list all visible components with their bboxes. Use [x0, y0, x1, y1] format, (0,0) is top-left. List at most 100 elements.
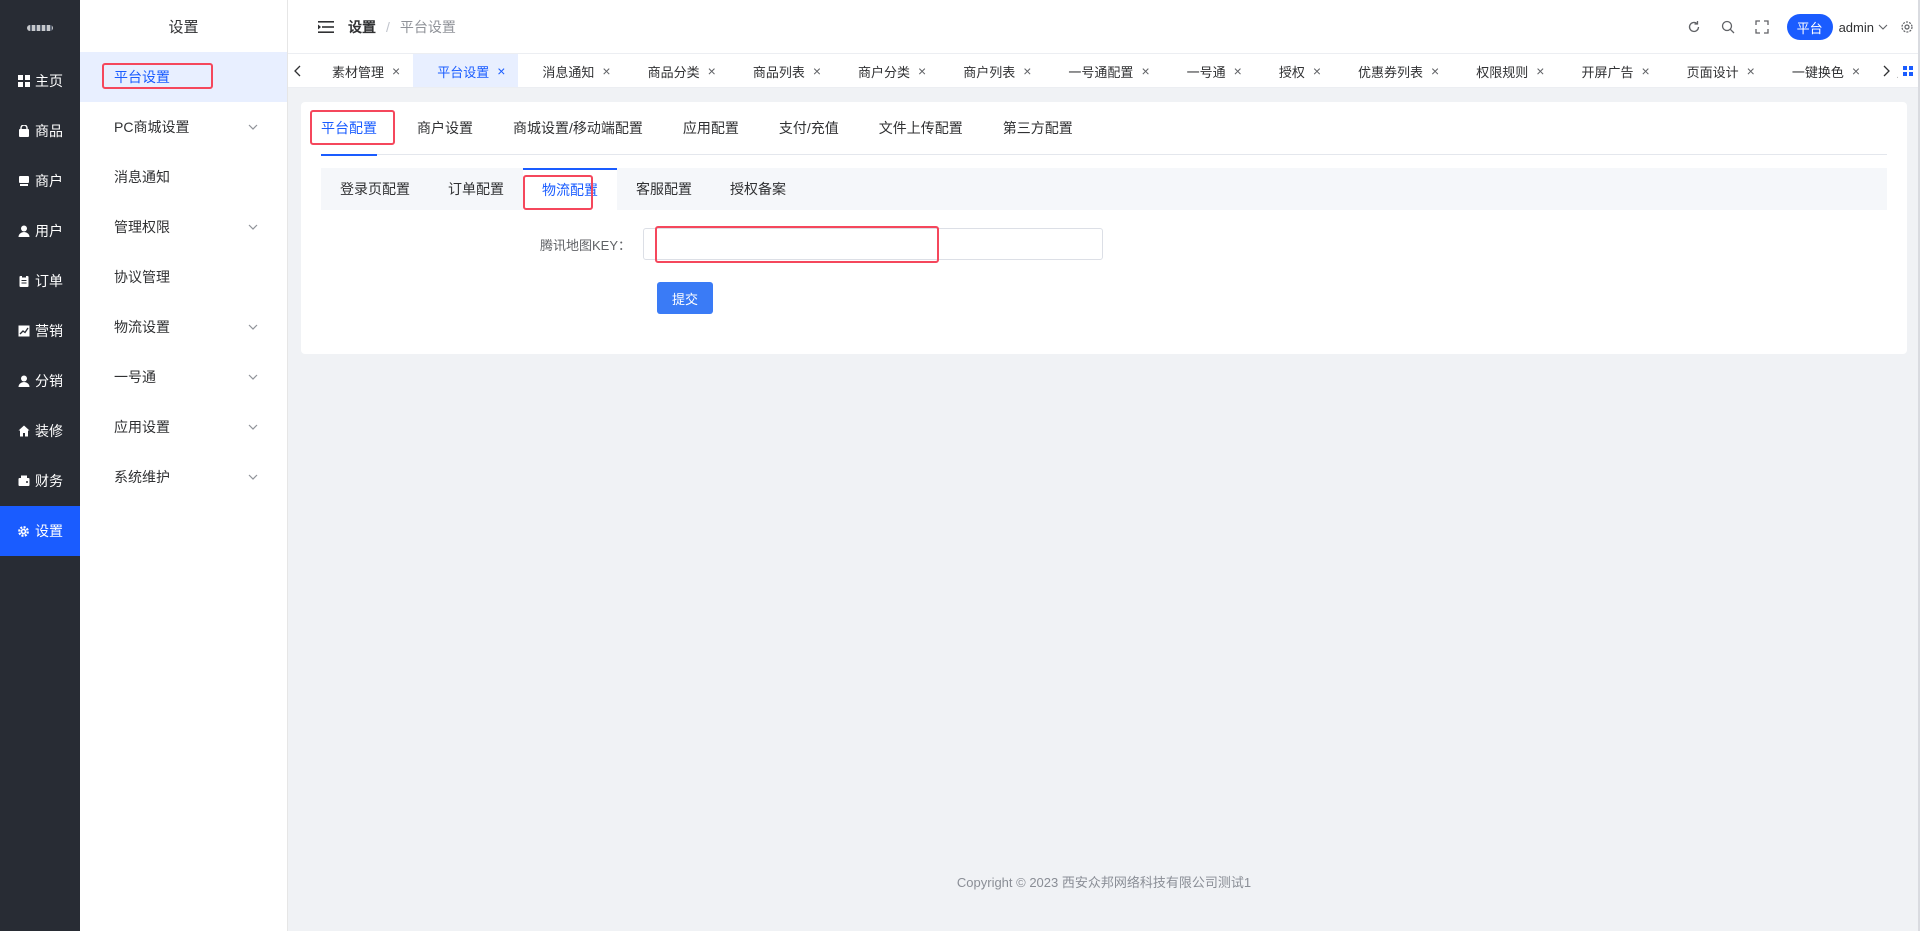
subtab-customer-service[interactable]: 客服配置 — [617, 168, 711, 210]
close-icon[interactable]: × — [1536, 63, 1544, 79]
submenu-item-label: 协议管理 — [114, 269, 170, 285]
submenu-item-label: 消息通知 — [114, 169, 170, 185]
footer-copyright: Copyright © 2023 西安众邦网络科技有限公司测试1 — [956, 875, 1252, 890]
chart-icon — [17, 325, 30, 338]
rail-item-settings[interactable]: 设置 — [0, 506, 80, 556]
close-icon[interactable]: × — [1747, 63, 1755, 79]
tab-file-upload-config[interactable]: 文件上传配置 — [859, 102, 983, 155]
submenu-item-logistics[interactable]: 物流设置 — [80, 302, 287, 352]
subtab-license-filing[interactable]: 授权备案 — [711, 168, 805, 210]
rail-item-finance[interactable]: 财务 — [0, 456, 80, 506]
rail-item-decoration[interactable]: 装修 — [0, 406, 80, 456]
close-icon[interactable]: × — [392, 63, 400, 79]
menu-toggle-icon[interactable] — [318, 20, 334, 34]
breadcrumb-current[interactable]: 设置 — [348, 17, 376, 37]
refresh-icon[interactable] — [1677, 0, 1711, 54]
close-icon[interactable]: × — [1431, 63, 1439, 79]
tab-third-party-config[interactable]: 第三方配置 — [983, 102, 1093, 155]
rail-item-merchants[interactable]: 商户 — [0, 156, 80, 206]
rail-item-orders[interactable]: 订单 — [0, 256, 80, 306]
tag-item[interactable]: 商品列表 × — [729, 54, 834, 87]
user-icon — [17, 225, 30, 238]
tags-scroll-left-icon[interactable] — [288, 54, 308, 87]
submenu-item-notifications[interactable]: 消息通知 — [80, 152, 287, 202]
submenu-item-yihaotong[interactable]: 一号通 — [80, 352, 287, 402]
close-icon[interactable]: × — [708, 63, 716, 79]
submenu-item-label: 系统维护 — [114, 469, 170, 485]
rail-item-marketing[interactable]: 营销 — [0, 306, 80, 356]
tab-mall-mobile-config[interactable]: 商城设置/移动端配置 — [493, 102, 663, 155]
tag-label: 一号通 — [1186, 64, 1226, 80]
close-icon[interactable]: × — [813, 63, 821, 79]
form-row-map-key: 腾讯地图KEY： — [321, 228, 1887, 260]
tag-item[interactable]: 授权 × — [1255, 54, 1334, 87]
tab-merchant-settings[interactable]: 商户设置 — [397, 102, 493, 155]
user-menu[interactable]: admin — [1839, 20, 1888, 35]
username: admin — [1838, 19, 1874, 35]
close-icon[interactable]: × — [1023, 63, 1031, 79]
settings-gear-icon[interactable] — [1894, 0, 1920, 54]
rail-item-label: 商品 — [35, 123, 63, 139]
submenu-item-label: 应用设置 — [114, 419, 170, 435]
tag-item[interactable]: 一键换色 × — [1768, 54, 1873, 87]
submenu-item-system-maintenance[interactable]: 系统维护 — [80, 452, 287, 502]
submit-button[interactable]: 提交 — [657, 282, 713, 314]
tag-label: 权限规则 — [1476, 64, 1529, 80]
close-icon[interactable]: × — [1234, 63, 1242, 79]
search-icon[interactable] — [1711, 0, 1745, 54]
main-nav-rail: 主页 商品 商户 用户 订单 营销 分销 装修 财务 设置 — [0, 0, 80, 931]
tag-item[interactable]: 页面设计 × — [1663, 54, 1768, 87]
breadcrumb-page: 平台设置 — [399, 18, 456, 35]
tag-item[interactable]: 商户分类 × — [834, 54, 939, 87]
chevron-down-icon — [248, 124, 258, 130]
submenu-item-permissions[interactable]: 管理权限 — [80, 202, 287, 252]
rail-item-label: 财务 — [35, 473, 63, 489]
tab-platform-config[interactable]: 平台配置 — [321, 102, 397, 156]
subtab-login-page[interactable]: 登录页配置 — [321, 168, 429, 210]
rail-item-distribution[interactable]: 分销 — [0, 356, 80, 406]
tag-item[interactable]: 一号通配置 × — [1044, 54, 1162, 87]
close-icon[interactable]: × — [1641, 63, 1649, 79]
tab-payment-recharge[interactable]: 支付/充值 — [759, 102, 859, 155]
platform-button[interactable]: 平台 — [1786, 14, 1833, 40]
tag-item[interactable]: 开屏广告 × — [1557, 54, 1662, 87]
subtab-order-config[interactable]: 订单配置 — [429, 168, 523, 210]
submenu-item-agreements[interactable]: 协议管理 — [80, 252, 287, 302]
tag-item[interactable]: 优惠券列表 × — [1334, 54, 1452, 87]
top-header: 设置 / 平台设置 平台 admin — [288, 0, 1920, 54]
close-icon[interactable]: × — [1141, 63, 1149, 79]
tag-item[interactable]: 一号通 × — [1163, 54, 1255, 87]
close-icon[interactable]: × — [1313, 63, 1321, 79]
close-icon[interactable]: × — [602, 63, 610, 79]
tag-item[interactable]: 商品分类 × — [624, 54, 729, 87]
submenu-item-platform-settings[interactable]: 平台设置 — [80, 52, 287, 102]
tab-app-config[interactable]: 应用配置 — [663, 102, 759, 155]
submenu-item-app-settings[interactable]: 应用设置 — [80, 402, 287, 452]
submenu-title: 设置 — [168, 18, 199, 36]
store-icon — [17, 175, 30, 188]
close-icon[interactable]: × — [1852, 63, 1860, 79]
tag-item[interactable]: 消息通知 × — [518, 54, 623, 87]
rail-item-users[interactable]: 用户 — [0, 206, 80, 256]
tag-label: 平台设置 — [437, 64, 490, 80]
tag-item[interactable]: 平台设置 × — [413, 54, 519, 87]
grid-icon — [17, 75, 30, 88]
tag-label: 页面设计 — [1686, 64, 1739, 80]
submenu-item-pc-mall-settings[interactable]: PC商城设置 — [80, 102, 287, 152]
rail-item-products[interactable]: 商品 — [0, 106, 80, 156]
tag-item[interactable]: 素材管理 × — [308, 54, 413, 87]
tag-list: 素材管理 × 平台设置 × 消息通知 × 商品分类 × 商品列表 × 商户分类 × 商户列表… — [308, 54, 1920, 87]
tag-label: 商品列表 — [752, 64, 805, 80]
map-key-label: 腾讯地图KEY： — [539, 237, 631, 253]
bag-icon — [17, 125, 30, 138]
rail-item-home[interactable]: 主页 — [0, 56, 80, 106]
map-key-input[interactable] — [643, 228, 1103, 260]
close-icon[interactable]: × — [918, 63, 926, 79]
tags-scroll-right-icon[interactable] — [1876, 54, 1896, 87]
tag-item[interactable]: 商户列表 × — [939, 54, 1044, 87]
fullscreen-icon[interactable] — [1745, 0, 1779, 54]
tag-item[interactable]: 权限规则 × — [1452, 54, 1557, 87]
subtab-logistics-config[interactable]: 物流配置 — [523, 168, 617, 210]
tags-menu-grid-icon[interactable] — [1898, 54, 1918, 87]
close-icon[interactable]: × — [497, 63, 505, 79]
